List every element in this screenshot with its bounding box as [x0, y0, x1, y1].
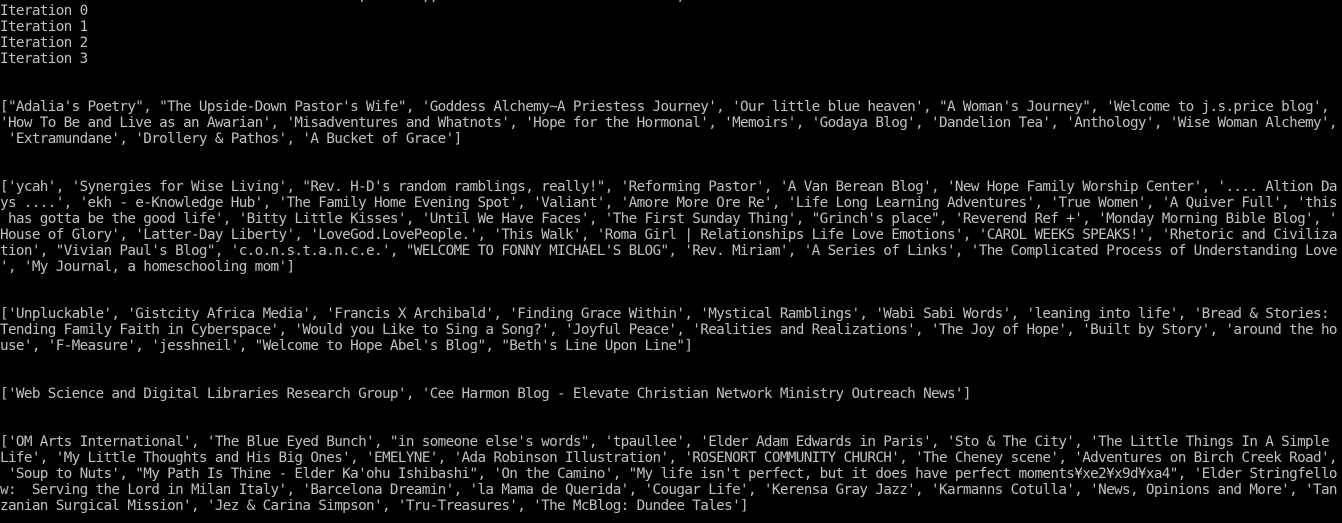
output-line: Life', 'My Little Thoughts and His Big O…: [0, 450, 1338, 466]
output-line: use', 'F-Measure', 'jesshneil', "Welcome…: [0, 338, 693, 354]
output-line: House of Glory', 'Latter-Day Liberty', '…: [0, 227, 1338, 243]
output-line: 'How To Be and Live as an Awarian', 'Mis…: [0, 115, 1338, 131]
iteration-line: Iteration 3: [0, 51, 88, 67]
output-line: tion', "Vivian Paul's Blog", 'c.o.n.s.t.…: [0, 243, 1338, 259]
output-line: ['Unpluckable', 'Gistcity Africa Media',…: [0, 306, 1330, 322]
iteration-line: Iteration 2: [0, 35, 88, 51]
output-line: ["Adalia's Poetry", "The Upside-Down Pas…: [0, 99, 1330, 115]
console-output: , ,, , Iteration 0 Iteration 1 Iteration…: [0, 0, 1342, 523]
output-line: ['ycah', 'Synergies for Wise Living', "R…: [0, 179, 1338, 195]
output-line: Tending Family Faith in Cyberspace', 'Wo…: [0, 322, 1338, 338]
output-line: 'Soup to Nuts', "My Path Is Thine - Elde…: [0, 466, 1338, 482]
output-line: ['Web Science and Digital Libraries Rese…: [0, 386, 971, 402]
output-line: zanian Surgical Mission', 'Jez & Carina …: [0, 498, 749, 514]
output-line: w: Serving the Lord in Milan Italy', 'Ba…: [0, 482, 1338, 498]
iteration-line: Iteration 0: [0, 3, 88, 19]
output-line: has gotta be the good life', 'Bitty Litt…: [0, 211, 1338, 227]
output-line: ys ....', 'ekh - e-Knowledge Hub', 'The …: [0, 195, 1338, 211]
output-line: 'Extramundane', 'Drollery & Pathos', 'A …: [0, 131, 462, 147]
output-line: ', 'My Journal, a homeschooling mom']: [0, 259, 295, 275]
scrolled-off-line: , ,, ,: [0, 0, 1342, 4]
output-line: ['OM Arts International', 'The Blue Eyed…: [0, 434, 1330, 450]
iteration-line: Iteration 1: [0, 19, 88, 35]
